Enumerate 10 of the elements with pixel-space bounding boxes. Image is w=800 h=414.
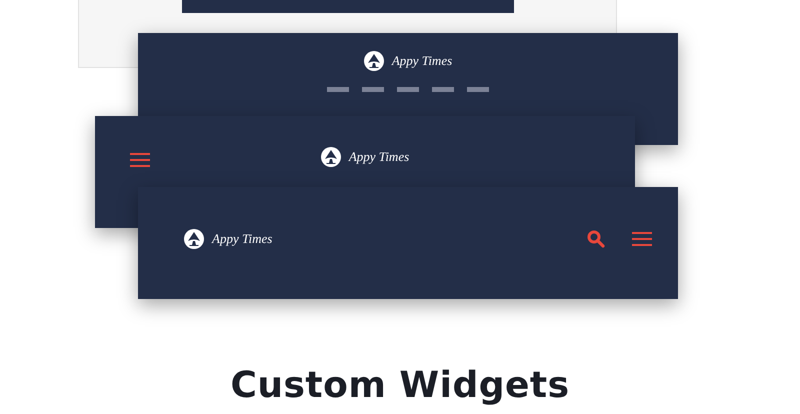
logo-text: Appy Times [212,231,272,247]
logo-icon [184,229,204,249]
logo-text: Appy Times [392,53,452,69]
search-icon[interactable] [587,230,605,248]
menu-icon[interactable] [632,232,652,246]
logo-text: Appy Times [348,149,410,165]
logo-icon [320,147,341,167]
section-heading: Custom Widgets [230,364,570,408]
menu-icon[interactable] [130,153,150,167]
logo-icon [364,51,384,71]
